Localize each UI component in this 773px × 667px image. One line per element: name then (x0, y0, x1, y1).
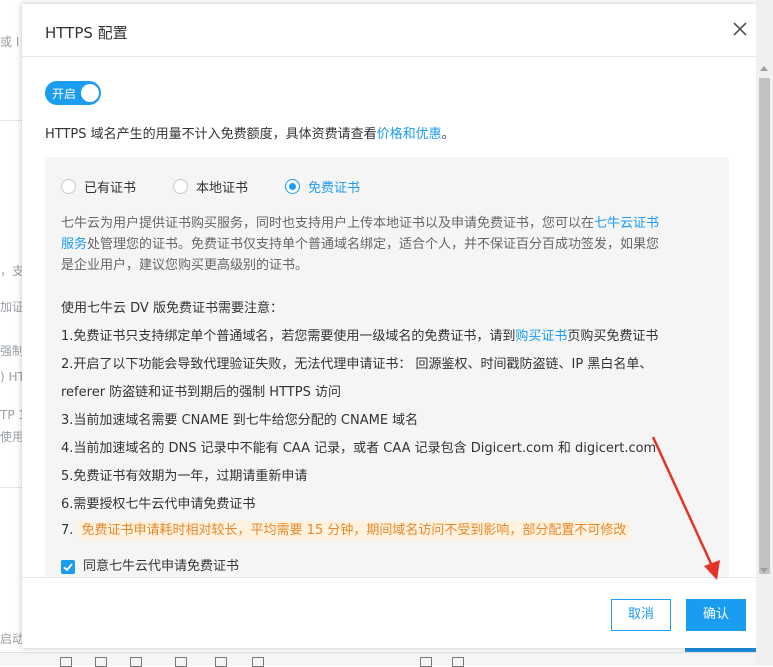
window-scrollbar[interactable] (756, 0, 773, 665)
close-icon (733, 22, 747, 36)
background-divider (0, 120, 22, 121)
description-text: 处管理您的证书。免费证书仅支持单个普通域名绑定，适合个人，并不保证百分百成功签发… (87, 237, 660, 252)
radio-circle-selected (285, 179, 300, 194)
description-text: 七牛云为用户提供证书购买服务，同时也支持用户上传本地证书以及申请免费证书，您可以… (61, 216, 595, 231)
toggle-knob (81, 84, 99, 102)
certificate-description: 七牛云为用户提供证书购买服务，同时也支持用户上传本地证书以及申请免费证书，您可以… (61, 213, 711, 276)
notice-item-3: 3.当前加速域名需要 CNAME 到七牛给您分配的 CNAME 域名 (61, 413, 419, 428)
notice-item-2: 2.开启了以下功能会导致代理验证失败，无法代理申请证书： 回源鉴权、时间戳防盗链… (61, 357, 653, 372)
taskbar-icon (130, 657, 142, 667)
radio-free-certificate[interactable]: 免费证书 (285, 177, 360, 196)
dialog-footer: 取消 确认 (22, 577, 756, 649)
cancel-button[interactable]: 取消 (611, 599, 671, 631)
agree-checkbox[interactable] (61, 559, 75, 574)
buy-certificate-link[interactable]: 购买证书 (515, 329, 567, 344)
background-text-fragment: 或 I (0, 35, 20, 49)
scroll-down-icon[interactable] (760, 568, 768, 573)
background-divider (0, 487, 22, 488)
agree-checkbox-row[interactable]: 同意七牛云代申请免费证书 (61, 555, 239, 574)
background-text-fragment: 强制 (0, 344, 25, 358)
https-toggle[interactable]: 开启 (45, 81, 101, 105)
notice-item-5: 5.免费证书有效期为一年，过期请重新申请 (61, 469, 308, 484)
confirm-button[interactable]: 确认 (686, 599, 746, 631)
taskbar-icon (420, 657, 432, 667)
radio-local-certificate[interactable]: 本地证书 (173, 177, 248, 196)
background-text-fragment: ，支 (0, 264, 25, 278)
notice-number: 7. (61, 523, 74, 538)
radio-circle (173, 179, 188, 194)
check-icon (63, 562, 73, 571)
description-text: 是企业用户，建议您购买更高级别的证书。 (61, 258, 309, 273)
background-text-fragment: 启动 (0, 632, 25, 646)
radio-label: 本地证书 (196, 181, 249, 196)
taskbar-icon (175, 657, 187, 667)
pricing-link[interactable]: 价格和优惠 (377, 127, 442, 142)
dialog-body: 开启 HTTPS 域名产生的用量不计入免费额度，具体资费请查看价格和优惠。 已有… (22, 57, 756, 577)
notice-item-2-cont: referer 防盗链和证书到期后的强制 HTTPS 访问 (61, 385, 341, 400)
notice-item-7: 7. 免费证书申请耗时相对较长，平均需要 15 分钟，期间域名访问不受到影响，部… (61, 519, 631, 540)
dialog-title: HTTPS 配置 (45, 24, 128, 42)
pricing-note-end: 。 (441, 127, 455, 142)
notice-heading: 使用七牛云 DV 版免费证书需要注意： (61, 301, 283, 316)
radio-label: 免费证书 (308, 181, 361, 196)
notice-item-6: 6.需要授权七牛云代申请免费证书 (61, 497, 256, 512)
taskbar-icon (252, 657, 264, 667)
https-config-dialog: HTTPS 配置 开启 HTTPS 域名产生的用量不计入免费额度，具体资费请查看… (22, 4, 756, 648)
notice-item-1: 1.免费证书只支持绑定单个普通域名，若您需要使用一级域名的免费证书，请到购买证书… (61, 325, 658, 344)
certificate-panel: 已有证书 本地证书 免费证书 七牛云为用户提供证书购买服务，同时也支持用户上传本… (45, 157, 729, 577)
radio-existing-certificate[interactable]: 已有证书 (61, 177, 136, 196)
cert-service-link[interactable]: 七牛云证书 (594, 216, 659, 231)
toggle-label: 开启 (52, 87, 77, 101)
taskbar-icon (95, 657, 107, 667)
cert-service-link[interactable]: 服务 (61, 237, 87, 252)
dialog-header: HTTPS 配置 (22, 4, 756, 57)
taskbar-icon (215, 657, 227, 667)
taskbar-icon (60, 657, 72, 667)
scrollbar-thumb[interactable] (759, 78, 770, 574)
radio-label: 已有证书 (84, 181, 137, 196)
agree-label: 同意七牛云代申请免费证书 (83, 559, 240, 574)
background-text-fragment: 加证 (0, 300, 25, 314)
notice-item-4: 4.当前加速域名的 DNS 记录中不能有 CAA 记录，或者 CAA 记录包含 … (61, 441, 657, 456)
notice-text: 1.免费证书只支持绑定单个普通域名，若您需要使用一级域名的免费证书，请到 (61, 329, 516, 344)
scroll-up-icon[interactable] (760, 66, 768, 71)
pricing-note: HTTPS 域名产生的用量不计入免费额度，具体资费请查看价格和优惠。 (45, 123, 455, 142)
background-text-fragment: 使用 (0, 430, 25, 444)
radio-circle (61, 179, 76, 194)
close-button[interactable] (731, 20, 749, 38)
notice-text: 页购买免费证书 (567, 329, 659, 344)
pricing-note-text: HTTPS 域名产生的用量不计入免费额度，具体资费请查看 (45, 127, 377, 142)
notice-warning: 免费证书申请耗时相对较长，平均需要 15 分钟，期间域名访问不受到影响，部分配置… (77, 521, 631, 540)
taskbar-icon (452, 657, 464, 667)
taskbar-strip (0, 652, 773, 667)
